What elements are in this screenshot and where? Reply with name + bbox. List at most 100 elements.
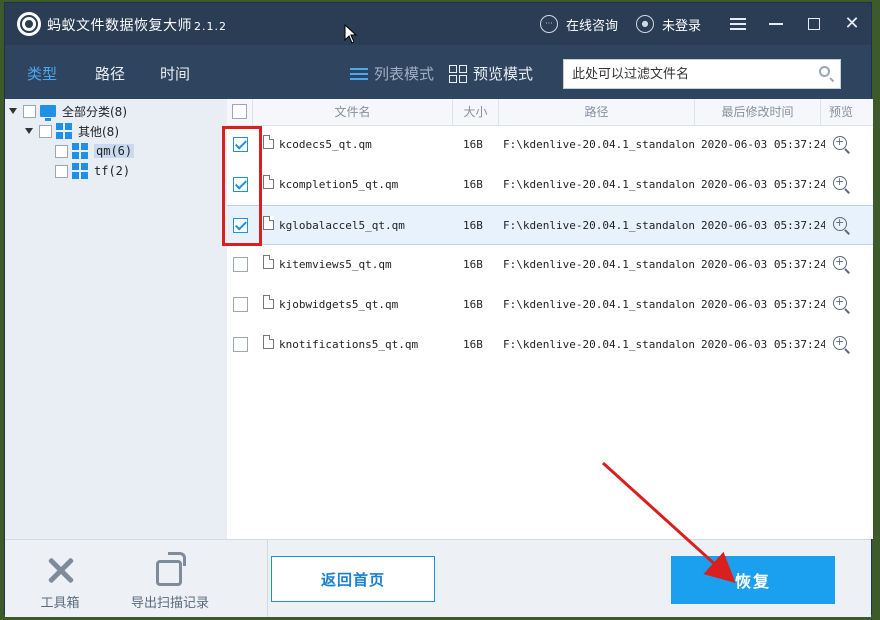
select-all-cell [227, 99, 253, 125]
file-name-cell: kjobwidgets5_qt.qm [279, 298, 399, 311]
tree-item-qm[interactable]: qm(6) [55, 141, 135, 161]
category-icon [72, 163, 88, 179]
preview-zoom-icon[interactable] [833, 332, 847, 352]
col-modified-header[interactable]: 最后修改时间 [695, 99, 821, 125]
expand-arrow-icon[interactable] [9, 108, 17, 114]
export-scan-record-button[interactable]: 导出扫描记录 [125, 552, 215, 611]
menu-icon [730, 18, 746, 30]
minimize-icon [769, 23, 783, 25]
preview-zoom-icon[interactable] [833, 172, 847, 192]
col-path-header[interactable]: 路径 [499, 99, 695, 125]
file-size-cell: 16B [463, 298, 483, 311]
modified-time-cell: 2020-06-03 05:37:24 [701, 338, 825, 351]
row-checkbox[interactable] [233, 257, 248, 272]
app-title: 蚂蚁文件数据恢复大师 2.1.2 [47, 15, 227, 35]
file-size-cell: 16B [463, 258, 483, 271]
file-path-cell: F:\kdenlive-20.04.1_standalone\bi [503, 338, 695, 351]
file-size-cell: 16B [463, 178, 483, 191]
preview-zoom-icon[interactable] [833, 252, 847, 272]
online-consult-label: 在线咨询 [565, 18, 618, 34]
tab-type[interactable]: 类型 [27, 63, 57, 84]
file-icon [263, 255, 274, 269]
nav-bar: 类型 路径 时间 列表模式 预览模式 [5, 45, 871, 99]
preview-mode-button[interactable]: 预览模式 [449, 63, 533, 84]
file-icon [263, 175, 274, 189]
preview-mode-label: 预览模式 [473, 65, 534, 83]
file-icon [263, 295, 274, 309]
table-row[interactable]: knotifications5_qt.qm 16B F:\kdenlive-20.0… [227, 325, 873, 365]
tree-item-label: 全部分类(8) [62, 104, 127, 119]
chat-icon: ··· [539, 15, 558, 33]
tree-item-other[interactable]: 其他(8) [25, 121, 119, 141]
category-icon [56, 123, 72, 139]
tools-icon [42, 552, 78, 588]
tab-time[interactable]: 时间 [160, 63, 190, 84]
file-icon [263, 216, 274, 230]
file-table: 文件名 大小 路径 最后修改时间 预览 kcodecs5_qt.qm 16B F:\… [227, 99, 873, 539]
close-icon: ✕ [844, 13, 860, 34]
user-icon: ● [635, 15, 654, 33]
checkbox[interactable] [55, 144, 68, 158]
tab-path[interactable]: 路径 [95, 63, 125, 84]
search-box [563, 59, 841, 89]
tree-item-all[interactable]: 全部分类(8) [9, 101, 127, 121]
tree-item-label: qm(6) [94, 144, 135, 158]
app-name: 蚂蚁文件数据恢复大师 [47, 18, 192, 34]
row-checkbox[interactable] [233, 337, 248, 352]
modified-time-cell: 2020-06-03 05:37:24 [701, 219, 825, 232]
preview-zoom-icon[interactable] [833, 213, 847, 233]
computer-icon [40, 105, 56, 121]
checkbox[interactable] [39, 124, 52, 138]
file-path-cell: F:\kdenlive-20.04.1_standalone\bi [503, 298, 695, 311]
app-version: 2.1.2 [194, 20, 227, 33]
maximize-button[interactable] [795, 3, 833, 45]
title-bar: 蚂蚁文件数据恢复大师 2.1.2 ··· 在线咨询 ● 未登录 ✕ [5, 3, 871, 45]
file-path-cell: F:\kdenlive-20.04.1_standalone\bi [503, 258, 695, 271]
table-row[interactable]: kglobalaccel5_qt.qm 16B F:\kdenlive-20.04.… [227, 205, 873, 245]
return-home-button[interactable]: 返回首页 [271, 556, 435, 602]
online-consult-button[interactable]: ··· 在线咨询 [539, 15, 618, 34]
search-input[interactable] [570, 60, 804, 88]
app-logo-icon [17, 12, 41, 36]
expand-arrow-icon[interactable] [25, 128, 33, 134]
search-icon[interactable] [819, 66, 830, 77]
table-header: 文件名 大小 路径 最后修改时间 预览 [227, 99, 873, 126]
file-name-cell: kcodecs5_qt.qm [279, 138, 372, 151]
preview-zoom-icon[interactable] [833, 292, 847, 312]
tree-item-label: tf(2) [94, 164, 131, 178]
list-mode-label: 列表模式 [374, 65, 435, 83]
toolbox-label: 工具箱 [40, 596, 80, 611]
toolbox-button[interactable]: 工具箱 [37, 552, 83, 611]
list-mode-button[interactable]: 列表模式 [350, 63, 434, 84]
category-tree: 全部分类(8) 其他(8) qm(6) tf(2) [5, 99, 228, 539]
select-all-checkbox[interactable] [232, 104, 247, 119]
export-label: 导出扫描记录 [130, 596, 209, 611]
table-row[interactable]: kcodecs5_qt.qm 16B F:\kdenlive-20.04.1_sta… [227, 125, 873, 165]
file-size-cell: 16B [463, 138, 483, 151]
divider [267, 540, 268, 617]
col-name-header[interactable]: 文件名 [253, 99, 453, 125]
login-button[interactable]: ● 未登录 [635, 15, 701, 34]
file-name-cell: knotifications5_qt.qm [279, 338, 419, 351]
checkbox[interactable] [23, 104, 36, 118]
checkbox[interactable] [55, 164, 68, 178]
login-label: 未登录 [661, 18, 701, 34]
table-row[interactable]: kcompletion5_qt.qm 16B F:\kdenlive-20.04.1… [227, 165, 873, 205]
file-name-cell: kcompletion5_qt.qm [279, 178, 399, 191]
row-checkbox[interactable] [233, 297, 248, 312]
modified-time-cell: 2020-06-03 05:37:24 [701, 138, 825, 151]
col-size-header[interactable]: 大小 [453, 99, 499, 125]
modified-time-cell: 2020-06-03 05:37:24 [701, 298, 825, 311]
close-button[interactable]: ✕ [833, 3, 871, 45]
menu-button[interactable] [719, 3, 757, 45]
preview-zoom-icon[interactable] [833, 132, 847, 152]
table-row[interactable]: kitemviews5_qt.qm 16B F:\kdenlive-20.04.1_… [227, 245, 873, 285]
file-size-cell: 16B [463, 219, 483, 232]
tree-item-tf[interactable]: tf(2) [55, 161, 130, 181]
table-row[interactable]: kjobwidgets5_qt.qm 16B F:\kdenlive-20.04.1… [227, 285, 873, 325]
file-icon [263, 335, 274, 349]
minimize-button[interactable] [757, 3, 795, 45]
modified-time-cell: 2020-06-03 05:37:24 [701, 258, 825, 271]
app-window: 蚂蚁文件数据恢复大师 2.1.2 ··· 在线咨询 ● 未登录 ✕ 类型 路径 时… [4, 2, 873, 617]
file-path-cell: F:\kdenlive-20.04.1_standalone\bi [503, 178, 695, 191]
